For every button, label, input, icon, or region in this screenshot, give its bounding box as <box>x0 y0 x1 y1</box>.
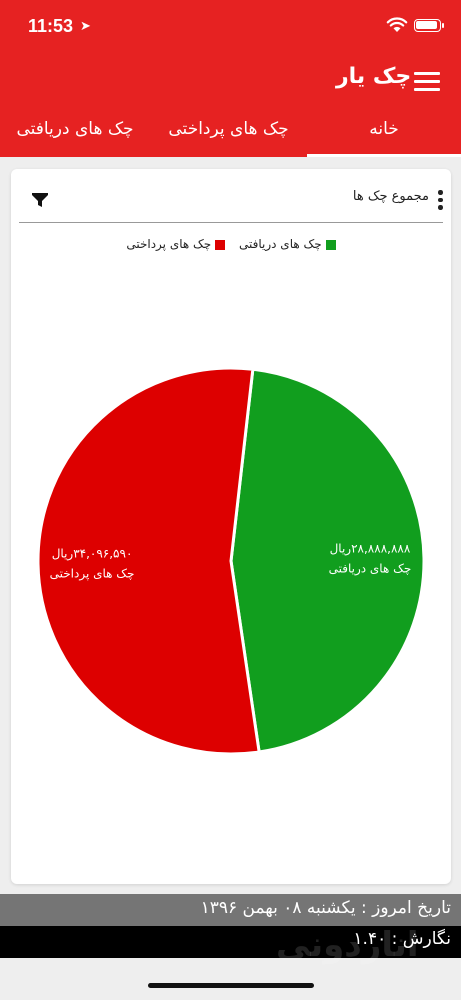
pie-slice-0[interactable] <box>229 367 426 754</box>
cheques-summary-card: ۲۸,۸۸۸,۸۸۸ریال چک های دریافتی ۳۴,۰۹۶,۵۹۰ری… <box>11 169 451 884</box>
status-bar: 11:53 ➤ <box>0 0 461 56</box>
watermark-logo: اناردونی <box>276 925 419 965</box>
slice-value-label: ۳۴,۰۹۶,۵۹۰ریال <box>52 546 133 561</box>
battery-icon <box>414 19 444 32</box>
slice-category-label: چک های دریافتی <box>329 562 412 577</box>
home-indicator <box>148 983 314 988</box>
tab-received-cheques[interactable]: چک های دریافتی <box>0 106 150 157</box>
status-time: 11:53 <box>28 16 74 36</box>
today-date-bar: تاریخ امروز : یکشنبه ۰۸ بهمن ۱۳۹۶ <box>0 894 461 926</box>
location-arrow-icon: ➤ <box>80 19 91 34</box>
legend-label: چک های پرداختی <box>126 237 212 251</box>
chart-legend: چک های دریافتی چک های پرداختی <box>11 237 451 257</box>
legend-label: چک های دریافتی <box>239 237 322 251</box>
pie-slice-1[interactable] <box>36 366 261 756</box>
app-logo: چک یار <box>336 64 412 89</box>
slice-category-label: چک های پرداختی <box>50 566 135 581</box>
hamburger-menu-icon[interactable] <box>414 71 440 91</box>
card-header: مجموع چک ها <box>19 181 443 223</box>
legend-item-paid[interactable]: چک های پرداختی <box>126 237 226 251</box>
card-title: مجموع چک ها <box>352 189 429 204</box>
top-app-bar: 11:53 ➤ چک یار چک های دریافتی چک های پرد… <box>0 0 461 157</box>
legend-swatch <box>325 239 336 250</box>
filter-icon[interactable] <box>31 191 49 209</box>
tab-home[interactable]: خانه <box>307 106 461 157</box>
app-toolbar: چک یار <box>0 56 461 106</box>
pie-chart: ۲۸,۸۸۸,۸۸۸ریال چک های دریافتی ۳۴,۰۹۶,۵۹۰ری… <box>36 366 426 756</box>
tab-paid-cheques[interactable]: چک های پرداختی <box>150 106 307 157</box>
more-vertical-icon[interactable] <box>437 189 443 211</box>
slice-value-label: ۲۸,۸۸۸,۸۸۸ریال <box>330 542 411 557</box>
tab-bar: چک های دریافتی چک های پرداختی خانه <box>0 106 461 157</box>
legend-swatch <box>215 239 226 250</box>
legend-item-received[interactable]: چک های دریافتی <box>239 237 336 251</box>
wifi-icon <box>386 17 408 32</box>
